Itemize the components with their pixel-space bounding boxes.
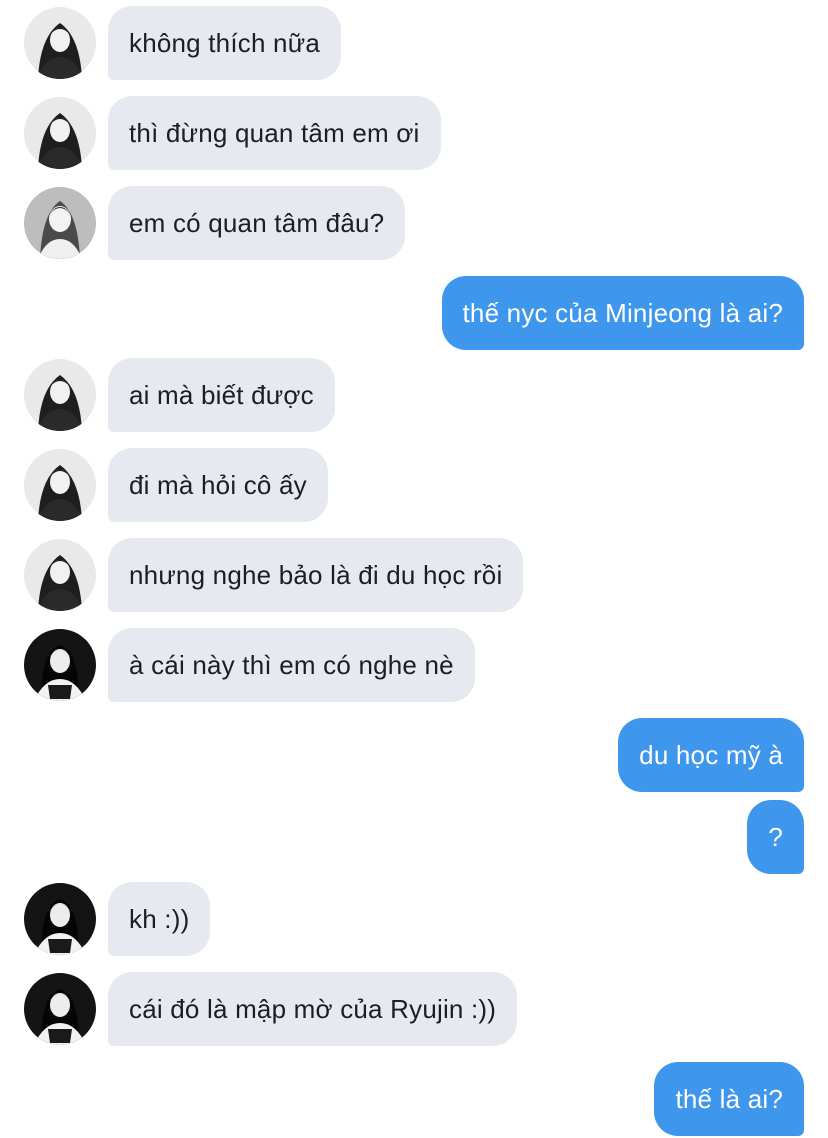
message-row-outgoing: du học mỹ à	[0, 718, 828, 792]
message-row-incoming: nhưng nghe bảo là đi du học rồi	[0, 538, 828, 612]
message-row-incoming: cái đó là mập mờ của Ryujin :))	[0, 972, 828, 1046]
avatar-girl-light-portrait-icon[interactable]	[24, 187, 96, 259]
message-bubble-outgoing[interactable]: ?	[747, 800, 804, 874]
message-row-incoming: đi mà hỏi cô ấy	[0, 448, 828, 522]
message-bubble-outgoing[interactable]: du học mỹ à	[618, 718, 804, 792]
message-bubble-outgoing[interactable]: thế là ai?	[654, 1062, 804, 1136]
avatar-girl-long-dark-hair-icon[interactable]	[24, 449, 96, 521]
avatar-girl-long-dark-hair-icon[interactable]	[24, 359, 96, 431]
message-bubble-incoming[interactable]: nhưng nghe bảo là đi du học rồi	[108, 538, 524, 612]
avatar-girl-dark-background-icon[interactable]	[24, 883, 96, 955]
message-bubble-incoming[interactable]: à cái này thì em có nghe nè	[108, 628, 475, 702]
message-bubble-incoming[interactable]: không thích nữa	[108, 6, 341, 80]
message-row-outgoing: thế là ai?	[0, 1062, 828, 1136]
message-bubble-incoming[interactable]: ai mà biết được	[108, 358, 335, 432]
message-bubble-incoming[interactable]: kh :))	[108, 882, 211, 956]
message-row-outgoing: ?	[0, 800, 828, 874]
avatar-girl-long-dark-hair-icon[interactable]	[24, 539, 96, 611]
avatar-girl-dark-background-icon[interactable]	[24, 973, 96, 1045]
message-row-incoming: ai mà biết được	[0, 358, 828, 432]
avatar-girl-long-dark-hair-icon[interactable]	[24, 7, 96, 79]
message-row-incoming: kh :))	[0, 882, 828, 956]
message-row-outgoing: thế nyc của Minjeong là ai?	[0, 276, 828, 350]
message-bubble-incoming[interactable]: em có quan tâm đâu?	[108, 186, 406, 260]
message-bubble-incoming[interactable]: thì đừng quan tâm em ơi	[108, 96, 441, 170]
message-row-incoming: em có quan tâm đâu?	[0, 186, 828, 260]
message-row-incoming: thì đừng quan tâm em ơi	[0, 96, 828, 170]
message-bubble-incoming[interactable]: cái đó là mập mờ của Ryujin :))	[108, 972, 518, 1046]
message-row-incoming: à cái này thì em có nghe nè	[0, 628, 828, 702]
message-row-incoming: không thích nữa	[0, 6, 828, 80]
avatar-girl-long-dark-hair-icon[interactable]	[24, 97, 96, 169]
chat-thread: không thích nữa thì đừng quan tâm em ơi	[0, 0, 828, 1138]
message-bubble-incoming[interactable]: đi mà hỏi cô ấy	[108, 448, 328, 522]
avatar-girl-dark-background-icon[interactable]	[24, 629, 96, 701]
message-bubble-outgoing[interactable]: thế nyc của Minjeong là ai?	[441, 276, 804, 350]
